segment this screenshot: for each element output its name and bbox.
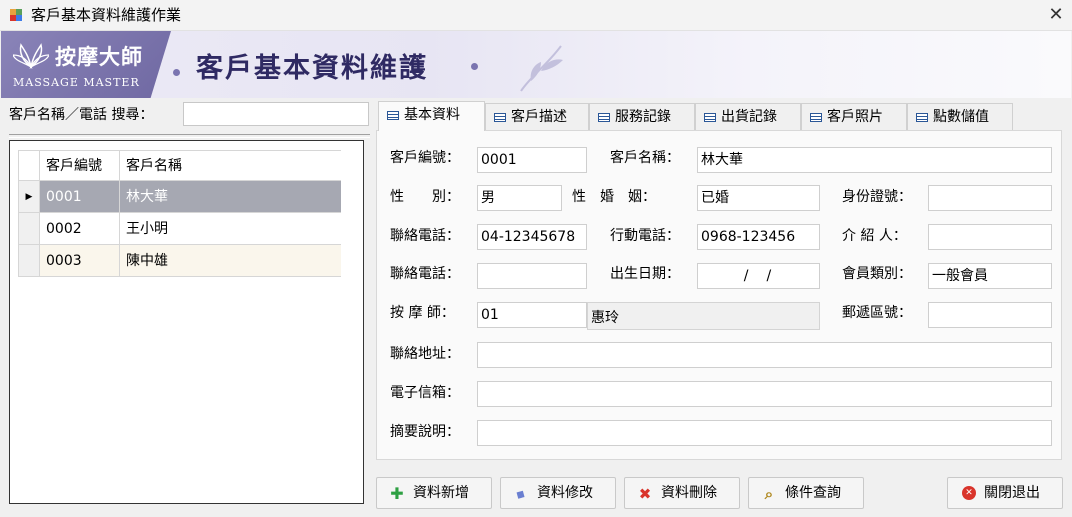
form-icon	[494, 113, 506, 122]
row-selector-icon: ▶	[19, 181, 40, 212]
gender-label: 性 別：	[390, 189, 460, 205]
tab-service-records[interactable]: 服務記錄	[589, 103, 695, 130]
zip-field[interactable]	[928, 302, 1052, 328]
tab-customer-description[interactable]: 客戶描述	[485, 103, 589, 130]
table-row[interactable]: 0002 王小明	[18, 213, 341, 245]
customer-id-label: 客戶編號：	[390, 150, 460, 166]
phone2-field[interactable]	[477, 263, 587, 289]
zip-label: 郵遞區號：	[842, 305, 912, 321]
email-field[interactable]	[477, 381, 1052, 407]
plus-icon: ✚	[390, 484, 404, 503]
query-button[interactable]: ⌕ 條件查詢	[748, 477, 864, 509]
tab-label: 客戶照片	[827, 109, 883, 125]
close-circle-icon: ✕	[962, 486, 976, 500]
phone-field[interactable]: 04-12345678	[477, 224, 587, 250]
window-close-button[interactable]: ✕	[1040, 0, 1072, 30]
cell-customer-name[interactable]: 林大華	[120, 181, 342, 212]
cell-customer-id[interactable]: 0002	[40, 213, 120, 244]
brand-name-en: MASSAGE MASTER	[13, 76, 140, 89]
customer-name-label: 客戶名稱：	[610, 150, 680, 166]
close-exit-button[interactable]: ✕ 關閉退出	[947, 477, 1063, 509]
table-row[interactable]: ▶ 0001 林大華	[18, 181, 341, 213]
tab-shipping-records[interactable]: 出貨記錄	[695, 103, 801, 130]
cell-customer-name[interactable]: 陳中雄	[120, 245, 342, 276]
referrer-label: 介 紹 人：	[842, 228, 907, 244]
address-label: 聯絡地址：	[390, 346, 460, 362]
therapist-label: 按 摩 師：	[390, 305, 455, 321]
column-header-id[interactable]: 客戶編號	[40, 151, 120, 180]
add-record-button[interactable]: ✚ 資料新增	[376, 477, 492, 509]
button-label: 關閉退出	[984, 485, 1040, 501]
divider	[9, 134, 370, 138]
tab-label: 服務記錄	[615, 109, 671, 125]
address-field[interactable]	[477, 342, 1052, 368]
id-number-label: 身份證號：	[842, 189, 912, 205]
button-label: 資料刪除	[661, 485, 717, 501]
brand-name-cn: 按摩大師	[55, 44, 143, 69]
edit-record-button[interactable]: ◆ 資料修改	[500, 477, 616, 509]
therapist-name-field: 惠玲	[587, 302, 820, 330]
lotus-icon	[12, 43, 50, 74]
id-number-field[interactable]	[928, 185, 1052, 211]
birthday-field[interactable]: / /	[697, 263, 820, 289]
grid-header: 客戶編號 客戶名稱	[18, 150, 341, 181]
tab-page-basic-info	[376, 130, 1062, 460]
row-selector	[19, 245, 40, 276]
customer-name-field[interactable]: 林大華	[697, 147, 1052, 173]
note-field[interactable]	[477, 420, 1052, 446]
form-icon	[916, 113, 928, 122]
marital-label: 性 婚 姻：	[572, 189, 656, 205]
form-icon	[704, 113, 716, 122]
decor-flower-icon	[501, 36, 581, 96]
search-label: 客戶名稱／電話 搜尋：	[9, 107, 154, 123]
member-type-field[interactable]: 一般會員	[928, 263, 1052, 289]
search-input[interactable]	[183, 102, 369, 126]
form-icon	[810, 113, 822, 122]
eraser-icon: ◆	[513, 485, 529, 503]
banner-title: 客戶基本資料維護	[196, 53, 428, 84]
decor-dot	[173, 69, 180, 76]
delete-record-button[interactable]: ✖ 資料刪除	[624, 477, 740, 509]
tab-customer-photos[interactable]: 客戶照片	[801, 103, 907, 130]
button-label: 資料修改	[537, 485, 593, 501]
magnifier-icon: ⌕	[764, 485, 774, 503]
button-label: 資料新增	[413, 485, 469, 501]
cell-customer-id[interactable]: 0001	[40, 181, 120, 212]
title-bar: 客戶基本資料維護作業 ✕	[0, 0, 1072, 31]
phone2-label: 聯絡電話：	[390, 266, 460, 282]
tab-label: 出貨記錄	[721, 109, 777, 125]
cell-customer-id[interactable]: 0003	[40, 245, 120, 276]
tab-basic-info[interactable]: 基本資料	[378, 101, 485, 131]
marital-field[interactable]: 已婚	[697, 185, 820, 211]
row-selector	[19, 213, 40, 244]
phone-label: 聯絡電話：	[390, 228, 460, 244]
email-label: 電子信箱：	[390, 385, 460, 401]
header-banner: 按摩大師 MASSAGE MASTER 客戶基本資料維護	[1, 31, 1071, 98]
app-icon	[9, 8, 23, 22]
table-row[interactable]: 0003 陳中雄	[18, 245, 341, 277]
gender-field[interactable]: 男	[477, 185, 562, 211]
column-header-name[interactable]: 客戶名稱	[120, 151, 342, 180]
referrer-field[interactable]	[928, 224, 1052, 250]
form-icon	[387, 111, 399, 120]
decor-dot	[471, 63, 478, 70]
customer-id-field[interactable]: 0001	[477, 147, 587, 173]
tab-label: 客戶描述	[511, 109, 567, 125]
mobile-label: 行動電話：	[610, 228, 680, 244]
button-label: 條件查詢	[785, 485, 841, 501]
mobile-field[interactable]: 0968-123456	[697, 224, 820, 250]
note-label: 摘要說明：	[390, 424, 460, 440]
tab-label: 基本資料	[404, 107, 460, 123]
tab-label: 點數儲值	[933, 109, 989, 125]
therapist-code-field[interactable]: 01	[477, 302, 587, 328]
row-header-cell	[19, 151, 40, 180]
brand-logo: 按摩大師 MASSAGE MASTER	[1, 31, 171, 98]
tab-points-topup[interactable]: 點數儲值	[907, 103, 1013, 130]
birthday-label: 出生日期：	[610, 266, 680, 282]
cell-customer-name[interactable]: 王小明	[120, 213, 342, 244]
member-type-label: 會員類別：	[842, 266, 912, 282]
window-title: 客戶基本資料維護作業	[31, 6, 182, 24]
delete-x-icon: ✖	[638, 485, 652, 503]
form-icon	[598, 113, 610, 122]
